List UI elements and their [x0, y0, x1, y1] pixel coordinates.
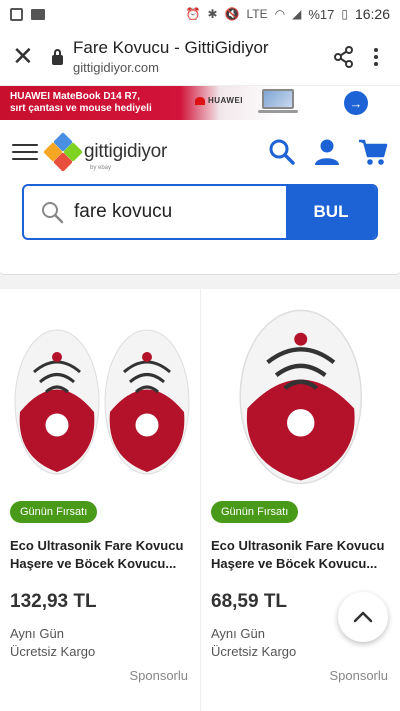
promo-banner[interactable]: HUAWEI MateBook D14 R7, sırt çantası ve …	[0, 86, 400, 120]
site-header: gittigidiyor by ebay	[0, 120, 400, 184]
shipping-line-1: Aynı Gün	[10, 626, 64, 641]
share-button[interactable]	[324, 45, 364, 68]
brand-label: HUAWEI	[208, 96, 243, 105]
product-name-line-1: Eco Ultrasonik Fare Kovucu	[211, 538, 385, 553]
site-logo[interactable]: gittigidiyor by ebay	[43, 132, 168, 172]
status-bar: ⏰ ✱ 🔇 LTE ◠ ◢ %17 ▯ 16:26	[0, 0, 400, 28]
wifi-icon: ◠	[274, 7, 286, 21]
shipping-info: Aynı Gün Ücretsiz Kargo	[10, 625, 190, 661]
product-image[interactable]	[10, 297, 190, 497]
product-image[interactable]	[211, 297, 390, 497]
more-options-button[interactable]	[364, 47, 388, 66]
network-label: LTE	[246, 7, 268, 21]
search-field-icon	[42, 202, 64, 224]
collapsed-panel	[0, 253, 400, 275]
product-card[interactable]: Günün Fırsatı Eco Ultrasonik Fare Kovucu…	[0, 289, 200, 711]
product-photo-single	[239, 309, 363, 485]
lock-icon	[52, 48, 63, 65]
product-name-line-2: Haşere ve Böcek Kovucu...	[10, 556, 177, 571]
bluetooth-icon: ✱	[207, 7, 218, 21]
mute-icon: 🔇	[224, 7, 240, 21]
product-card[interactable]: Günün Fırsatı Eco Ultrasonik Fare Kovucu…	[200, 289, 400, 711]
shipping-line-2: Ücretsiz Kargo	[211, 644, 297, 659]
banner-arrow-button[interactable]: →	[344, 91, 368, 115]
menu-button[interactable]	[12, 144, 38, 160]
share-icon	[334, 45, 353, 68]
product-photo-pair	[14, 329, 190, 475]
page-title: Fare Kovucu - GittiGidiyor	[73, 38, 269, 57]
folder-icon	[31, 8, 45, 20]
product-grid: Günün Fırsatı Eco Ultrasonik Fare Kovucu…	[0, 289, 400, 711]
huawei-logo-icon	[195, 96, 205, 105]
logo-subtext: by ebay	[90, 165, 112, 171]
page-url: gittigidiyor.com	[73, 60, 159, 75]
signal-icon: ◢	[292, 7, 302, 21]
close-tab-button[interactable]: ✕	[12, 41, 52, 72]
laptop-image	[258, 89, 298, 113]
app-notification-icon	[10, 7, 23, 21]
brand-logo: HUAWEI	[195, 96, 243, 105]
product-price: 132,93 TL	[10, 591, 97, 612]
cart-icon[interactable]	[358, 138, 388, 166]
banner-line-2: sırt çantası ve mouse hediyeli	[10, 103, 152, 114]
search-submit-button[interactable]: BUL	[286, 186, 376, 238]
clock: 16:26	[354, 6, 390, 22]
battery-percent: %17	[308, 6, 335, 22]
deal-badge: Günün Fırsatı	[211, 501, 299, 523]
search-icon[interactable]	[268, 138, 296, 166]
search-input[interactable]: fare kovucu	[24, 186, 286, 238]
alarm-icon: ⏰	[185, 7, 201, 21]
user-icon[interactable]	[314, 138, 340, 166]
product-name[interactable]: Eco Ultrasonik Fare Kovucu Haşere ve Böc…	[211, 537, 390, 573]
scroll-to-top-button[interactable]	[338, 592, 388, 642]
search-query: fare kovucu	[74, 201, 173, 222]
chevron-up-icon	[353, 611, 373, 623]
logo-mark-icon	[43, 132, 83, 172]
shipping-line-2: Ücretsiz Kargo	[10, 644, 96, 659]
product-name[interactable]: Eco Ultrasonik Fare Kovucu Haşere ve Böc…	[10, 537, 190, 573]
search-bar: fare kovucu BUL	[22, 184, 378, 240]
banner-text: HUAWEI MateBook D14 R7, sırt çantası ve …	[10, 91, 160, 115]
product-name-line-1: Eco Ultrasonik Fare Kovucu	[10, 538, 184, 553]
logo-text: gittigidiyor	[84, 141, 168, 162]
banner-line-1: HUAWEI MateBook D14 R7,	[10, 91, 141, 102]
battery-icon: ▯	[341, 7, 348, 21]
deal-badge: Günün Fırsatı	[10, 501, 98, 523]
product-name-line-2: Haşere ve Böcek Kovucu...	[211, 556, 378, 571]
browser-toolbar: ✕ Fare Kovucu - GittiGidiyor gittigidiyo…	[0, 28, 400, 86]
sponsored-label: Sponsorlu	[329, 668, 388, 683]
address-bar[interactable]: Fare Kovucu - GittiGidiyor gittigidiyor.…	[73, 38, 324, 75]
sponsored-label: Sponsorlu	[129, 668, 188, 683]
